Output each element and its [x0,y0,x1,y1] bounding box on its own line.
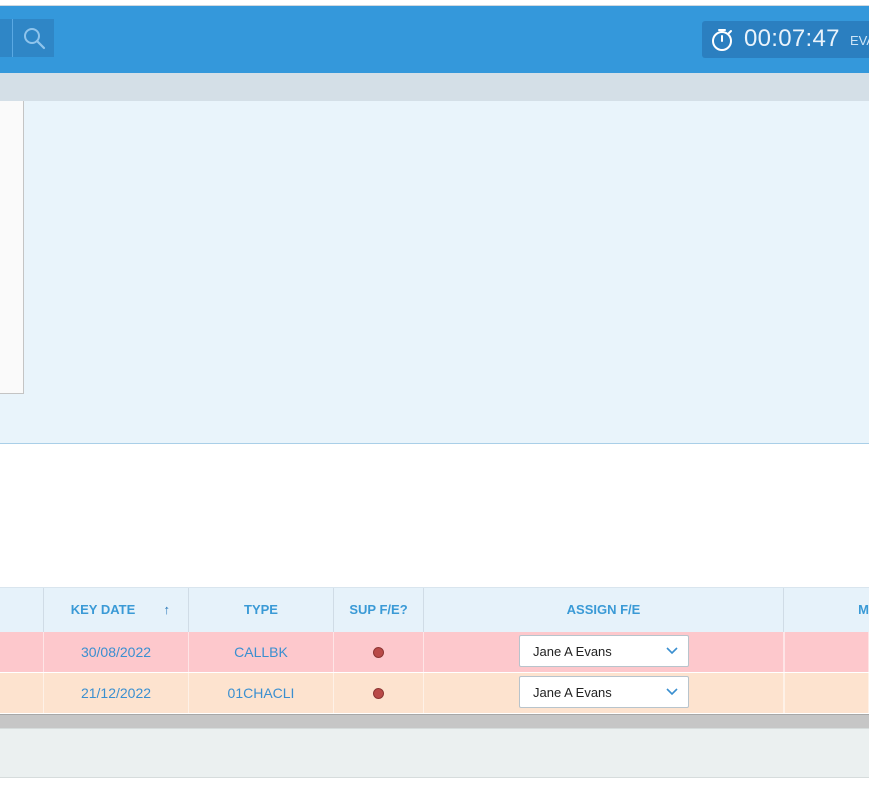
user-name[interactable]: EVA [850,33,869,48]
column-header-assign-fe[interactable]: ASSIGN F/E [424,588,784,633]
column-header-key-date[interactable]: KEY DATE ↑ [44,588,189,633]
chevron-down-icon [666,688,678,696]
table-header: KEY DATE ↑ TYPE SUP F/E? ASSIGN F/E M [0,587,869,633]
session-timer[interactable]: 00:07:47 EVA [702,21,869,58]
status-dot-icon [373,647,384,658]
sup-fe-cell [334,632,424,672]
type-cell[interactable]: CALLBK [189,632,334,672]
assign-fe-value: Jane A Evans [533,644,612,659]
table-row[interactable]: 21/12/2022 01CHACLI Jane A Evans [0,673,869,713]
row-cell-partial [784,632,869,672]
column-header-type[interactable]: TYPE [189,588,334,633]
column-header-partial[interactable]: M [784,588,869,633]
search-button[interactable] [12,19,54,57]
horizontal-scrollbar[interactable] [0,714,869,729]
assign-fe-value: Jane A Evans [533,685,612,700]
key-date-cell[interactable]: 21/12/2022 [44,673,189,713]
toolbar-strip [0,73,869,101]
key-date-cell[interactable]: 30/08/2022 [44,632,189,672]
sup-fe-cell [334,673,424,713]
row-cell-partial [784,673,869,713]
assign-fe-select[interactable]: Jane A Evans [519,635,689,667]
status-dot-icon [373,688,384,699]
column-header-blank [0,588,44,633]
footer-bar [0,728,869,778]
search-icon [24,28,46,50]
table-row[interactable]: 30/08/2022 CALLBK Jane A Evans [0,632,869,672]
row-cell-blank [0,673,44,713]
sort-ascending-icon[interactable]: ↑ [164,588,171,632]
chevron-down-icon [666,647,678,655]
timer-value: 00:07:47 [744,25,840,52]
app-header: 00:07:47 EVA [0,6,869,73]
row-cell-blank [0,632,44,672]
column-header-sup-fe[interactable]: SUP F/E? [334,588,424,633]
assign-fe-select[interactable]: Jane A Evans [519,676,689,708]
search-field-edge[interactable] [0,19,12,57]
type-cell[interactable]: 01CHACLI [189,673,334,713]
content-panel [0,101,869,444]
side-pane [0,101,24,394]
column-label-key-date: KEY DATE [70,602,136,617]
stopwatch-icon [712,29,732,51]
